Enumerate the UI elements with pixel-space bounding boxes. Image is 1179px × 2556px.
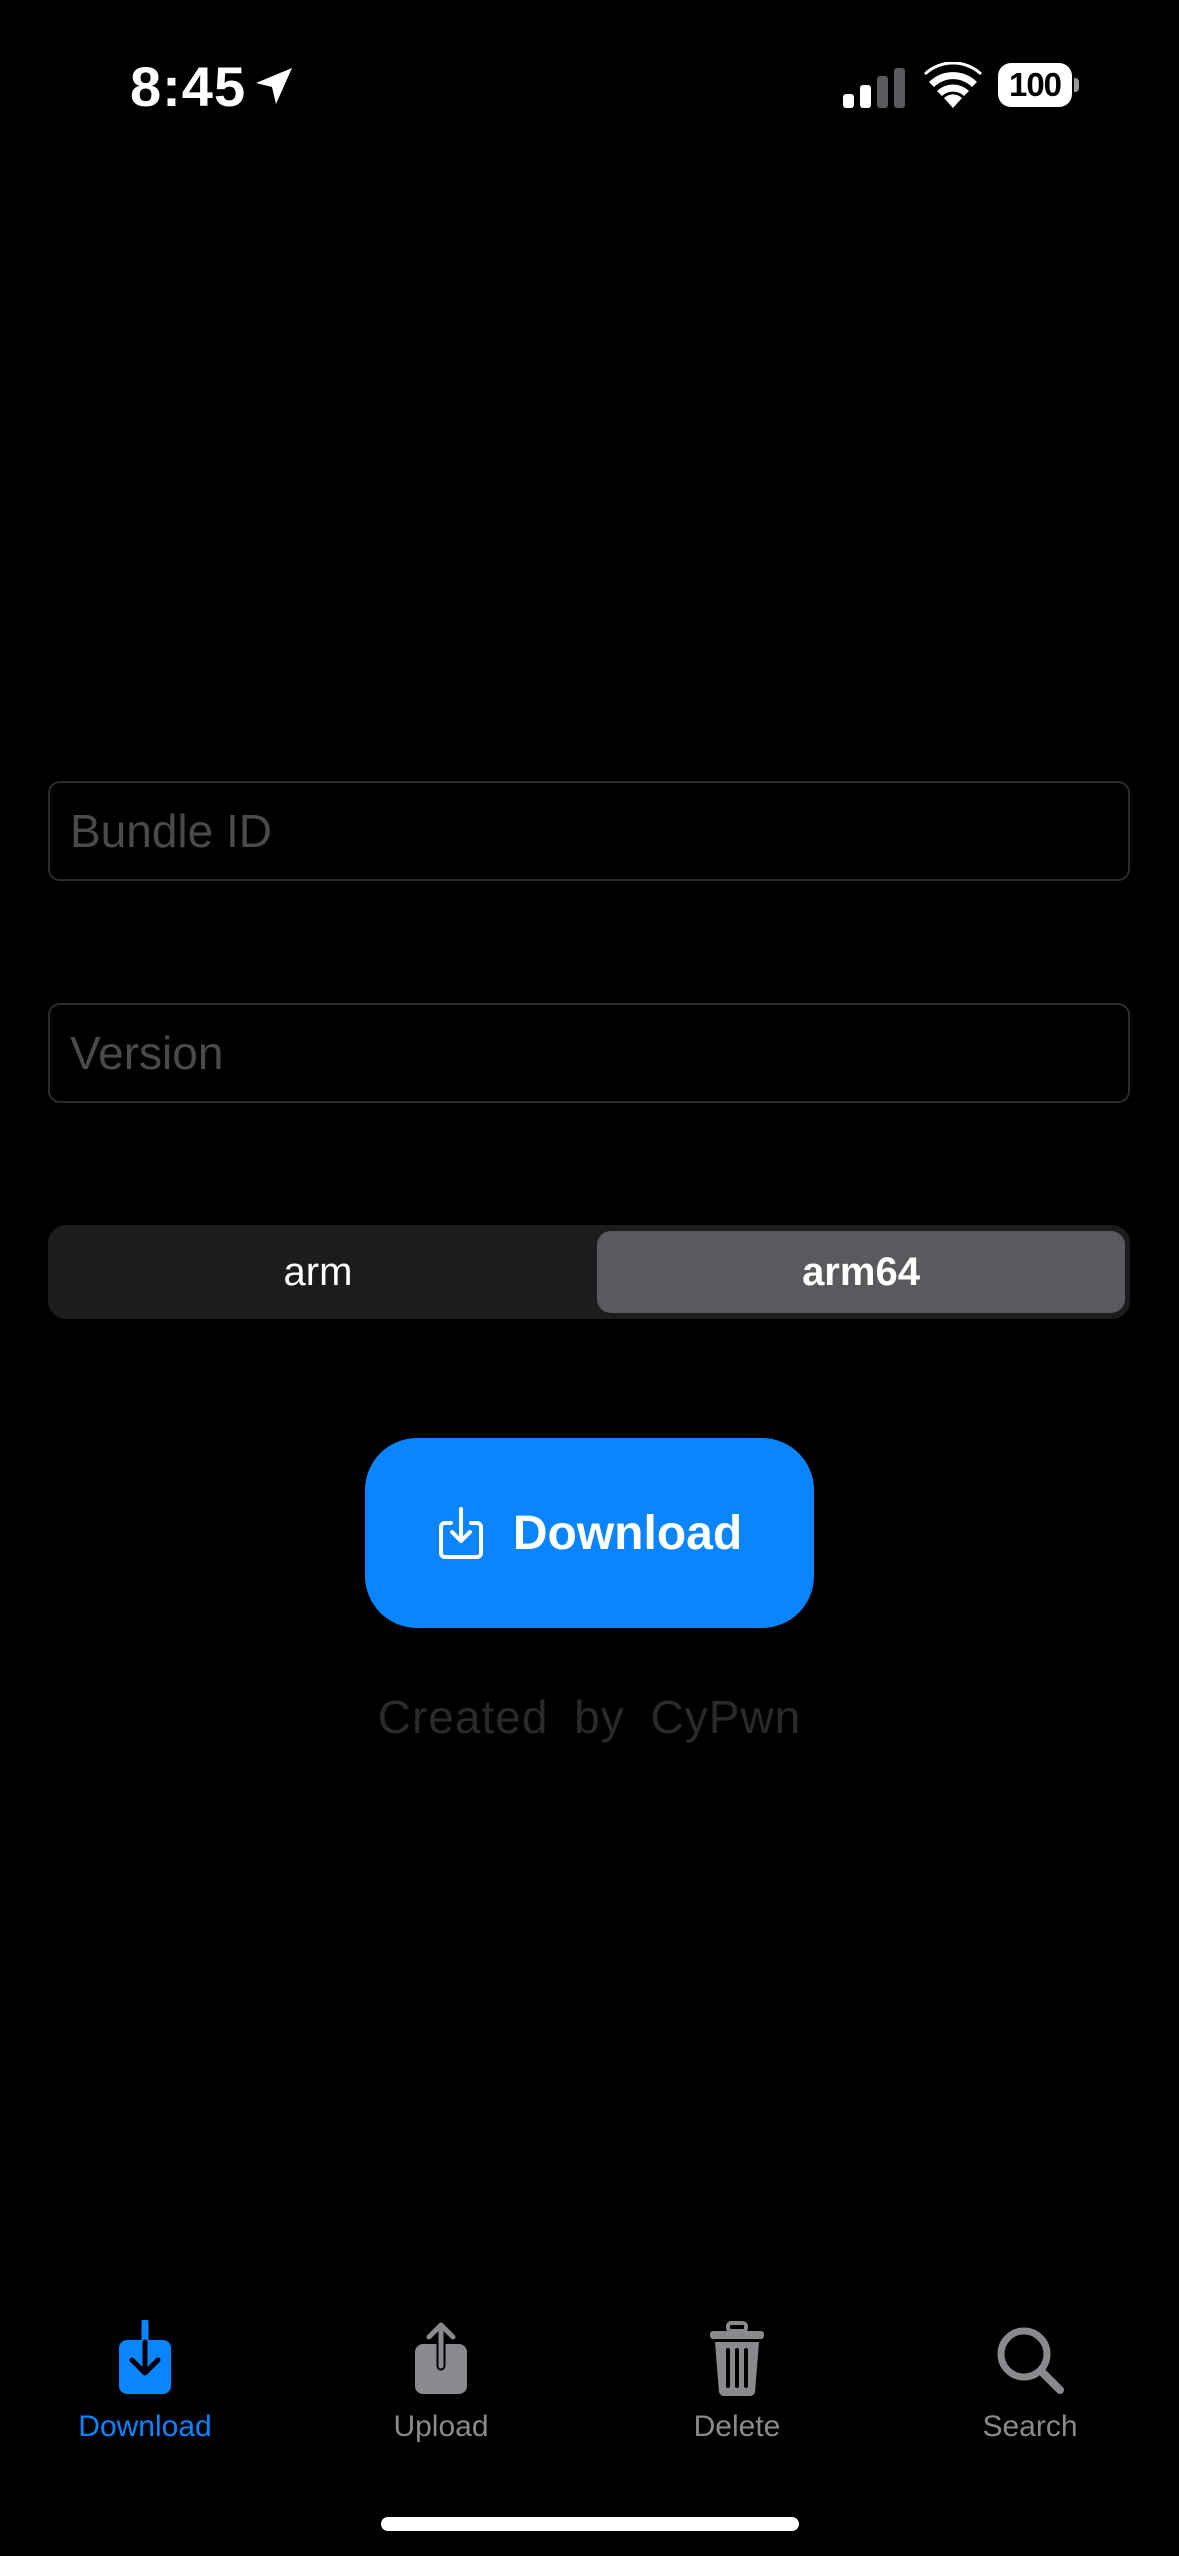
tab-upload[interactable]: Upload <box>341 2320 541 2444</box>
trash-icon <box>710 2321 764 2397</box>
upload-icon <box>415 2320 467 2394</box>
tab-search-label: Search <box>982 2410 1078 2443</box>
search-icon <box>997 2327 1064 2394</box>
download-icon <box>119 2320 171 2394</box>
wifi-icon <box>924 62 982 108</box>
bundle-id-field[interactable]: Bundle ID <box>48 781 1130 881</box>
status-time: 8:45 <box>130 55 247 118</box>
battery-level: 100 <box>998 63 1072 107</box>
battery-icon: 100 <box>998 63 1079 107</box>
tab-search[interactable]: Search <box>930 2320 1130 2444</box>
segment-arm64[interactable]: arm64 <box>597 1231 1125 1313</box>
download-button-label: Download <box>512 1506 743 1560</box>
download-button[interactable]: Download <box>365 1438 814 1628</box>
location-arrow-icon <box>256 68 292 104</box>
home-indicator[interactable] <box>381 2517 799 2531</box>
status-bar: 8:45 100 <box>0 0 1179 170</box>
tab-delete-label: Delete <box>693 2410 781 2443</box>
tab-download-label: Download <box>78 2410 212 2443</box>
bundle-id-placeholder: Bundle ID <box>70 805 273 857</box>
tab-upload-label: Upload <box>393 2410 489 2443</box>
tab-bar: Download Upload Delete Search <box>0 2300 1179 2480</box>
tab-download[interactable]: Download <box>45 2320 245 2444</box>
cellular-signal-icon <box>843 68 905 108</box>
architecture-segmented-control: arm arm64 <box>48 1225 1130 1319</box>
segment-arm[interactable]: arm <box>54 1231 582 1313</box>
tab-delete[interactable]: Delete <box>637 2320 837 2444</box>
download-tray-icon <box>438 1507 483 1559</box>
version-placeholder: Version <box>70 1027 224 1079</box>
version-field[interactable]: Version <box>48 1003 1130 1103</box>
battery-cap <box>1074 78 1079 92</box>
credit-text: Created by CyPwn <box>377 1691 802 1743</box>
